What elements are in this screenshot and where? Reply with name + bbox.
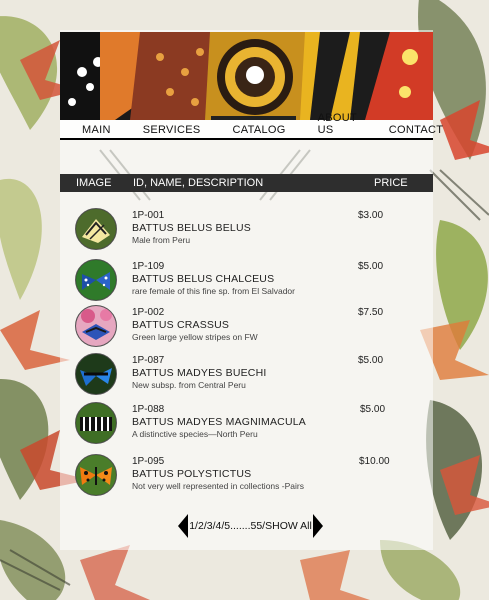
header-price: PRICE bbox=[374, 177, 408, 189]
item-price: $5.00 bbox=[358, 355, 384, 366]
butterfly-thumbnail[interactable] bbox=[75, 353, 117, 395]
item-description: Not very well represented in collections… bbox=[132, 481, 304, 491]
butterfly-thumbnail[interactable] bbox=[75, 208, 117, 250]
butterfly-thumbnail[interactable] bbox=[75, 305, 117, 347]
butterfly-wing-banner bbox=[60, 32, 433, 120]
table-header: IMAGE ID, NAME, DESCRIPTION PRICE bbox=[60, 174, 433, 192]
item-description: Male from Peru bbox=[132, 235, 191, 245]
nav-services[interactable]: SERVICES bbox=[121, 120, 211, 138]
next-page-arrow-icon[interactable] bbox=[313, 514, 323, 538]
table-row[interactable]: 1P-002 BATTUS CRASSUS Green large yellow… bbox=[60, 297, 433, 347]
butterfly-thumbnail[interactable] bbox=[75, 259, 117, 301]
item-name[interactable]: BATTUS CRASSUS bbox=[132, 319, 229, 331]
table-row[interactable]: 1P-087 BATTUS MADYES BUECHI New subsp. f… bbox=[60, 345, 433, 395]
item-description: New subsp. from Central Peru bbox=[132, 380, 246, 390]
item-price: $5.00 bbox=[358, 261, 384, 272]
item-description: A distinctive species—North Peru bbox=[132, 429, 258, 439]
item-price: $5.00 bbox=[360, 404, 386, 415]
item-name[interactable]: BATTUS MADYES BUECHI bbox=[132, 367, 267, 379]
item-description: Green large yellow stripes on FW bbox=[132, 332, 258, 342]
item-price: $10.00 bbox=[359, 456, 390, 467]
previous-page-arrow-icon[interactable] bbox=[178, 514, 188, 538]
page-links[interactable]: 1/2/3/4/5.......55/SHOW All bbox=[189, 520, 312, 532]
item-code: 1P-002 bbox=[132, 307, 165, 318]
item-code: 1P-088 bbox=[132, 404, 165, 415]
item-code: 1P-109 bbox=[132, 261, 165, 272]
butterfly-thumbnail[interactable] bbox=[75, 454, 117, 496]
nav-catalog[interactable]: CATALOG bbox=[210, 116, 296, 138]
header-id-name-description: ID, NAME, DESCRIPTION bbox=[133, 177, 264, 189]
butterfly-thumbnail[interactable] bbox=[75, 402, 117, 444]
item-name[interactable]: BATTUS BELUS CHALCEUS bbox=[132, 273, 274, 285]
nav-main[interactable]: MAIN bbox=[60, 120, 121, 138]
nav-about-us[interactable]: ABOUT US bbox=[296, 108, 367, 138]
table-row[interactable]: 1P-095 BATTUS POLYSTICTUS Not very well … bbox=[60, 446, 433, 496]
main-nav: MAIN SERVICES CATALOG ABOUT US CONTACT bbox=[60, 112, 443, 140]
item-price: $3.00 bbox=[358, 210, 384, 221]
item-price: $7.50 bbox=[358, 307, 384, 318]
pagination: 1/2/3/4/5.......55/SHOW All bbox=[178, 514, 323, 538]
header-image: IMAGE bbox=[76, 177, 112, 189]
table-row[interactable]: 1P-001 BATTUS BELUS BELUS Male from Peru… bbox=[60, 200, 433, 250]
table-row[interactable]: 1P-088 BATTUS MADYES MAGNIMACULA A disti… bbox=[60, 394, 433, 444]
item-code: 1P-001 bbox=[132, 210, 165, 221]
nav-contact[interactable]: CONTACT bbox=[367, 120, 453, 138]
item-description: rare female of this fine sp. from El Sal… bbox=[132, 286, 295, 296]
item-code: 1P-095 bbox=[132, 456, 165, 467]
item-code: 1P-087 bbox=[132, 355, 165, 366]
item-name[interactable]: BATTUS BELUS BELUS bbox=[132, 222, 251, 234]
table-row[interactable]: 1P-109 BATTUS BELUS CHALCEUS rare female… bbox=[60, 251, 433, 301]
item-name[interactable]: BATTUS MADYES MAGNIMACULA bbox=[132, 416, 306, 428]
item-name[interactable]: BATTUS POLYSTICTUS bbox=[132, 468, 251, 480]
